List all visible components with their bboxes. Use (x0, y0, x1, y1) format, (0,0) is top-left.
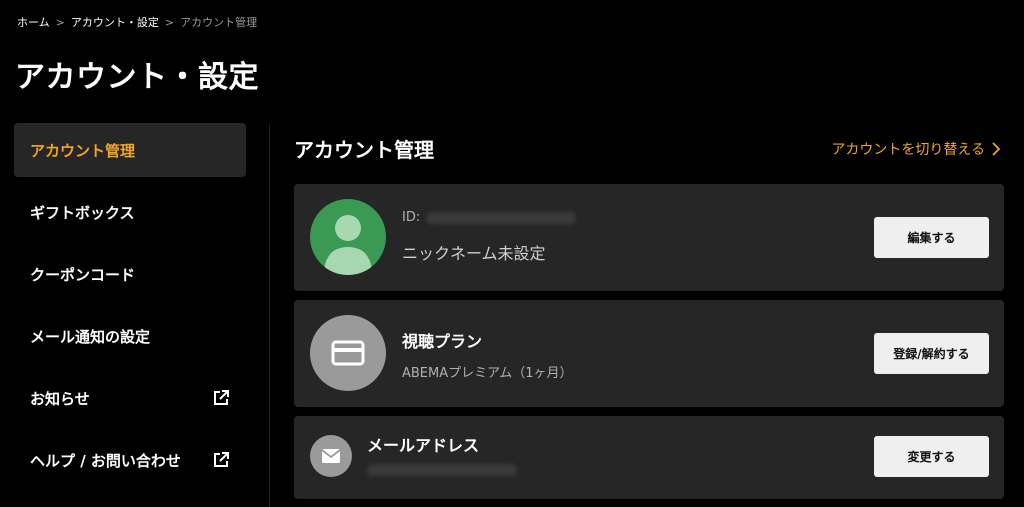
plan-name: ABEMAプレミアム（1ヶ月） (402, 366, 573, 381)
section-title: アカウント管理 (294, 138, 434, 162)
sidebar-item-label: ヘルプ / お問い合わせ (30, 451, 181, 470)
sidebar-item-help-contact[interactable]: ヘルプ / お問い合わせ (14, 433, 246, 487)
switch-account-link[interactable]: アカウントを切り替える (831, 139, 1001, 159)
sidebar-item-mail-notification[interactable]: メール通知の設定 (14, 309, 246, 363)
chevron-right-icon (992, 142, 1001, 156)
sidebar-item-label: アカウント管理 (30, 141, 136, 160)
sidebar-item-label: ギフトボックス (30, 203, 135, 222)
user-avatar-icon (310, 199, 386, 275)
mail-card: メールアドレス 変更する (294, 416, 1004, 499)
user-id-label: ID: (402, 210, 421, 225)
sidebar-item-label: お知らせ (30, 389, 90, 408)
edit-button[interactable]: 編集する (874, 217, 989, 258)
chevron-right-icon: > (55, 16, 65, 29)
sidebar-item-news[interactable]: お知らせ (14, 371, 246, 425)
user-id-value-redacted (426, 211, 577, 224)
sidebar-item-gift-box[interactable]: ギフトボックス (14, 185, 246, 239)
sidebar-item-label: メール通知の設定 (30, 327, 151, 346)
breadcrumb-account-management: アカウント管理 (180, 16, 258, 29)
profile-card: ID: ニックネーム未設定 編集する (294, 184, 1004, 291)
account-settings-page: ホーム > アカウント・設定 > アカウント管理 アカウント・設定 アカウント管… (0, 0, 1024, 507)
breadcrumb: ホーム > アカウント・設定 > アカウント管理 (17, 15, 257, 31)
chevron-right-icon: > (164, 16, 175, 29)
switch-account-label: アカウントを切り替える (831, 142, 985, 158)
change-email-button[interactable]: 変更する (874, 436, 989, 477)
nickname: ニックネーム未設定 (402, 244, 546, 263)
sidebar-item-account-management[interactable]: アカウント管理 (14, 123, 246, 177)
credit-card-icon (310, 315, 386, 391)
external-link-icon (214, 452, 229, 467)
sidebar: アカウント管理 ギフトボックス クーポンコード メール通知の設定 お知らせ ヘル… (14, 123, 246, 495)
subscribe-cancel-button[interactable]: 登録/解約する (874, 333, 989, 374)
sidebar-divider (269, 123, 270, 507)
mail-title: メールアドレス (367, 436, 480, 455)
mail-icon (310, 435, 352, 477)
user-id: ID: (402, 210, 577, 225)
sidebar-item-coupon-code[interactable]: クーポンコード (14, 247, 246, 301)
sidebar-item-label: クーポンコード (30, 265, 136, 284)
email-value-redacted (367, 464, 517, 476)
breadcrumb-home[interactable]: ホーム (17, 15, 50, 31)
external-link-icon (214, 390, 229, 405)
plan-title: 視聴プラン (402, 332, 483, 351)
plan-card: 視聴プラン ABEMAプレミアム（1ヶ月） 登録/解約する (294, 300, 1004, 407)
page-title: アカウント・設定 (15, 60, 259, 95)
breadcrumb-account-settings[interactable]: アカウント・設定 (71, 15, 159, 31)
